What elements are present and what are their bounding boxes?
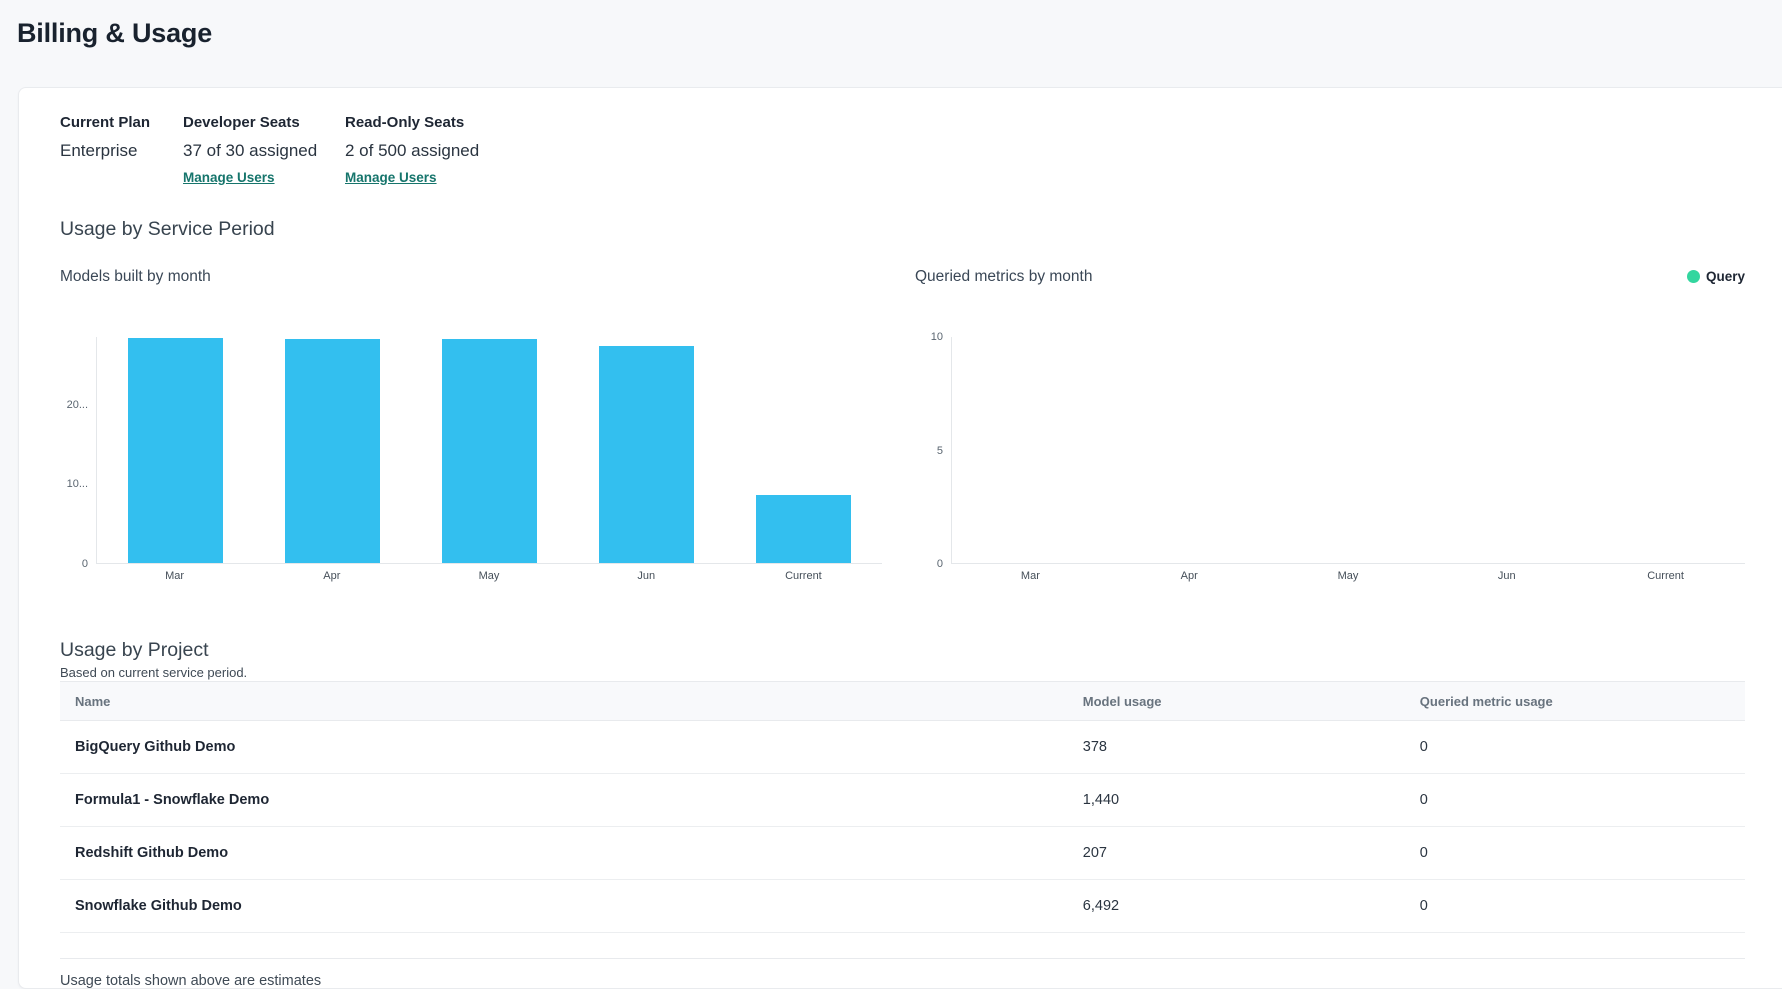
x-tick-label: Apr: [1110, 570, 1269, 582]
current-plan-value: Enterprise: [60, 141, 183, 161]
plan-summary: Current Plan Enterprise Developer Seats …: [60, 114, 1745, 187]
y-tick-label: 0: [937, 558, 943, 570]
x-tick-label: Jun: [568, 570, 725, 582]
readonly-seats-value: 2 of 500 assigned: [345, 141, 565, 161]
x-tick-label: Apr: [253, 570, 410, 582]
y-tick-label: 20...: [67, 399, 88, 411]
queried-metric-usage-value: 0: [1420, 721, 1745, 774]
x-tick-label: Jun: [1427, 570, 1586, 582]
model-usage-value: 1,440: [1083, 774, 1420, 827]
manage-users-link-developer[interactable]: Manage Users: [183, 170, 275, 186]
chart-legend: Query: [1687, 269, 1745, 284]
models-built-bar-chart: 0 10... 20... MarAprMayJunCurrent: [60, 337, 882, 582]
x-tick-label: Mar: [951, 570, 1110, 582]
readonly-seats-block: Read-Only Seats 2 of 500 assigned Manage…: [345, 114, 565, 187]
queried-metrics-chart: Queried metrics by month Query 0510 MarA…: [915, 267, 1745, 582]
x-axis-labels: MarAprMayJunCurrent: [96, 570, 882, 582]
y-tick-label: 5: [937, 445, 943, 457]
bar-apr: [285, 339, 379, 563]
usage-by-project-subtitle: Based on current service period.: [60, 665, 1745, 680]
table-bottom-divider: [60, 933, 1745, 959]
models-built-chart-title: Models built by month: [60, 267, 211, 286]
developer-seats-value: 37 of 30 assigned: [183, 141, 345, 161]
x-axis-labels: MarAprMayJunCurrent: [951, 570, 1745, 582]
x-tick-label: May: [410, 570, 567, 582]
x-tick-label: Current: [725, 570, 882, 582]
y-tick-label: 10...: [67, 478, 88, 490]
model-usage-value: 378: [1083, 721, 1420, 774]
legend-dot-icon: [1687, 270, 1700, 283]
bar-current: [756, 495, 850, 563]
queried-metrics-bar-chart: 0510 MarAprMayJunCurrent: [915, 337, 1745, 582]
bar-may: [442, 339, 536, 563]
table-row: Snowflake Github Demo6,4920: [60, 880, 1745, 933]
charts-row: Models built by month 010...20... MarApr…: [60, 267, 1745, 582]
y-axis: 0510: [915, 337, 951, 564]
queried-metric-usage-value: 0: [1420, 880, 1745, 933]
readonly-seats-label: Read-Only Seats: [345, 114, 565, 132]
model-usage-value: 6,492: [1083, 880, 1420, 933]
bar-jun: [599, 346, 693, 563]
project-name: BigQuery Github Demo: [60, 721, 1083, 774]
billing-card: Current Plan Enterprise Developer Seats …: [18, 87, 1782, 989]
current-plan-label: Current Plan: [60, 114, 183, 132]
project-name: Snowflake Github Demo: [60, 880, 1083, 933]
queried-metrics-chart-title: Queried metrics by month: [915, 267, 1092, 286]
table-row: BigQuery Github Demo3780: [60, 721, 1745, 774]
usage-by-project-table: NameModel usageQueried metric usage BigQ…: [60, 681, 1745, 933]
plot-area: [951, 337, 1745, 564]
y-axis: 010...20...: [60, 337, 96, 564]
legend-label: Query: [1706, 269, 1745, 284]
plot-area: [96, 337, 882, 564]
column-header: Queried metric usage: [1420, 682, 1745, 721]
project-name: Redshift Github Demo: [60, 827, 1083, 880]
model-usage-value: 207: [1083, 827, 1420, 880]
column-header: Name: [60, 682, 1083, 721]
queried-metric-usage-value: 0: [1420, 774, 1745, 827]
x-tick-label: Current: [1586, 570, 1745, 582]
current-plan-block: Current Plan Enterprise: [60, 114, 183, 187]
manage-users-link-readonly[interactable]: Manage Users: [345, 170, 437, 186]
usage-by-project-title: Usage by Project: [60, 639, 1745, 661]
project-name: Formula1 - Snowflake Demo: [60, 774, 1083, 827]
y-tick-label: 0: [82, 558, 88, 570]
x-tick-label: Mar: [96, 570, 253, 582]
developer-seats-block: Developer Seats 37 of 30 assigned Manage…: [183, 114, 345, 187]
bar-mar: [128, 338, 222, 563]
developer-seats-label: Developer Seats: [183, 114, 345, 132]
table-row: Redshift Github Demo2070: [60, 827, 1745, 880]
column-header: Model usage: [1083, 682, 1420, 721]
table-header: NameModel usageQueried metric usage: [60, 682, 1745, 721]
page-title: Billing & Usage: [0, 0, 1782, 50]
usage-estimates-note: Usage totals shown above are estimates: [60, 972, 1745, 989]
queried-metric-usage-value: 0: [1420, 827, 1745, 880]
usage-by-service-period-title: Usage by Service Period: [60, 217, 1745, 241]
x-tick-label: May: [1269, 570, 1428, 582]
table-row: Formula1 - Snowflake Demo1,4400: [60, 774, 1745, 827]
y-tick-label: 10: [931, 331, 943, 343]
models-built-chart: Models built by month 0 10... 20... MarApr…: [60, 267, 882, 582]
